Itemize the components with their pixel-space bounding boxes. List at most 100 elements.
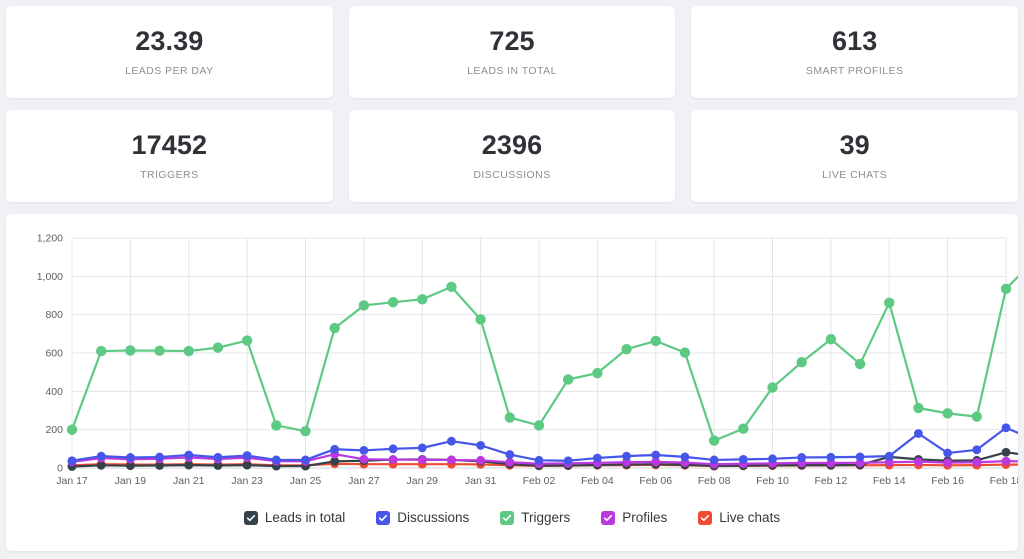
data-point	[884, 451, 894, 461]
x-axis-tick-label: Jan 25	[290, 475, 322, 487]
series-line-triggers	[70, 275, 1018, 442]
data-point	[95, 345, 107, 357]
data-point	[708, 435, 720, 446]
data-point	[943, 458, 953, 468]
legend-item-label: Leads in total	[264, 510, 346, 525]
data-point	[797, 453, 807, 462]
data-point	[184, 450, 194, 460]
data-point	[358, 300, 370, 311]
x-axis-tick-label: Feb 02	[523, 475, 556, 487]
legend-item-profiles[interactable]: Profiles	[601, 510, 667, 525]
data-point	[738, 423, 749, 434]
legend-item-live-chats[interactable]: Live chats	[698, 510, 780, 525]
stat-value: 23.39	[135, 25, 204, 56]
data-point	[738, 454, 748, 464]
data-point	[301, 455, 310, 465]
data-point	[1001, 447, 1011, 457]
y-axis-tick-label: 800	[45, 309, 63, 321]
y-axis-tick-label: 1,200	[37, 233, 63, 245]
data-point	[184, 460, 194, 470]
x-axis-tick-label: Jan 21	[173, 475, 205, 487]
legend-item-discussions[interactable]: Discussions	[376, 510, 469, 525]
data-point	[359, 445, 369, 455]
line-chart: 0 200 400 600 800 1,000 1,200 Jan 17 Jan 19 Jan 2…	[37, 233, 1018, 487]
stat-row-top: 23.39 LEADS PER DAY 725 LEADS IN TOTAL 6…	[6, 6, 1019, 98]
stat-row-bottom: 17452 TRIGGERS 2396 DISCUSSIONS 39 LIVE …	[6, 110, 1019, 202]
x-axis-tick-label: Feb 18	[990, 475, 1018, 487]
legend-item-label: Profiles	[622, 510, 668, 525]
data-point	[972, 457, 982, 467]
legend-item-leads-in-total[interactable]: Leads in total	[243, 510, 346, 525]
x-axis-tick-label: Feb 12	[815, 475, 848, 487]
x-axis-tick-label: Feb 04	[581, 475, 614, 487]
legend-checkbox-icon[interactable]	[500, 510, 515, 525]
legend-item-label: Triggers	[521, 510, 571, 525]
data-point	[125, 453, 135, 462]
data-point	[447, 455, 456, 465]
data-point	[447, 436, 456, 446]
stat-value: 2396	[481, 129, 543, 160]
data-point	[680, 452, 690, 462]
data-point	[855, 452, 865, 462]
data-point	[300, 426, 311, 437]
stat-label: SMART PROFILES	[805, 65, 904, 78]
y-axis-tick-label: 400	[45, 386, 63, 398]
legend-item-triggers[interactable]: Triggers	[500, 510, 570, 525]
data-point	[446, 281, 457, 293]
data-point	[476, 455, 486, 465]
stat-value: 39	[839, 129, 870, 160]
data-point	[971, 411, 983, 422]
stat-card-live-chats: 39 LIVE CHATS	[691, 110, 1019, 202]
data-point	[709, 455, 719, 465]
data-point	[154, 345, 165, 356]
data-point	[271, 420, 282, 431]
data-point	[125, 345, 136, 356]
x-axis-tick-label: Jan 27	[348, 475, 380, 487]
stat-value: 17452	[131, 129, 208, 160]
stat-card-discussions: 2396 DISCUSSIONS	[348, 110, 676, 202]
legend-item-label: Live chats	[719, 510, 781, 525]
stat-card-leads-per-day: 23.39 LEADS PER DAY	[6, 6, 333, 98]
data-point	[534, 455, 544, 465]
data-point	[1001, 456, 1011, 466]
data-point	[417, 443, 427, 453]
y-axis-tick-label: 1,000	[37, 271, 63, 283]
data-point	[417, 294, 428, 305]
data-point	[504, 412, 516, 423]
data-point	[388, 455, 398, 464]
stat-card-triggers: 17452 TRIGGERS	[6, 110, 333, 202]
stat-value: 613	[832, 25, 878, 56]
x-axis-tick-label: Jan 23	[231, 475, 263, 487]
data-point	[387, 297, 399, 308]
data-point	[505, 450, 515, 459]
data-point	[329, 322, 340, 334]
legend-checkbox-icon[interactable]	[698, 510, 713, 525]
legend-checkbox-icon[interactable]	[601, 510, 616, 525]
analytics-chart-card: 0 200 400 600 800 1,000 1,200 Jan 17 Jan 19 Jan 2…	[6, 214, 1018, 551]
stat-value: 725	[489, 25, 535, 56]
data-point	[155, 452, 164, 462]
stat-label: LEADS IN TOTAL	[467, 65, 557, 78]
data-point	[651, 450, 661, 460]
data-point	[972, 445, 982, 455]
x-axis-tick-label: Feb 14	[873, 475, 906, 487]
legend-checkbox-icon[interactable]	[376, 510, 391, 525]
y-axis-tick-label: 600	[45, 348, 63, 360]
data-point	[1000, 283, 1012, 294]
data-point	[826, 452, 836, 462]
data-point	[67, 456, 77, 466]
data-point	[913, 402, 924, 414]
data-point	[592, 453, 602, 463]
data-point	[242, 451, 252, 460]
stat-card-leads-in-total: 725 LEADS IN TOTAL	[348, 6, 676, 98]
x-axis-tick-label: Jan 17	[56, 475, 88, 487]
legend-checkbox-icon[interactable]	[243, 510, 258, 525]
data-point	[796, 357, 807, 368]
data-point	[592, 367, 603, 379]
x-axis-tick-label: Feb 08	[698, 475, 731, 487]
data-point	[183, 345, 194, 357]
data-point	[1001, 423, 1011, 433]
stat-label: LIVE CHATS	[822, 169, 888, 182]
data-point	[562, 374, 574, 385]
data-point	[854, 358, 866, 370]
